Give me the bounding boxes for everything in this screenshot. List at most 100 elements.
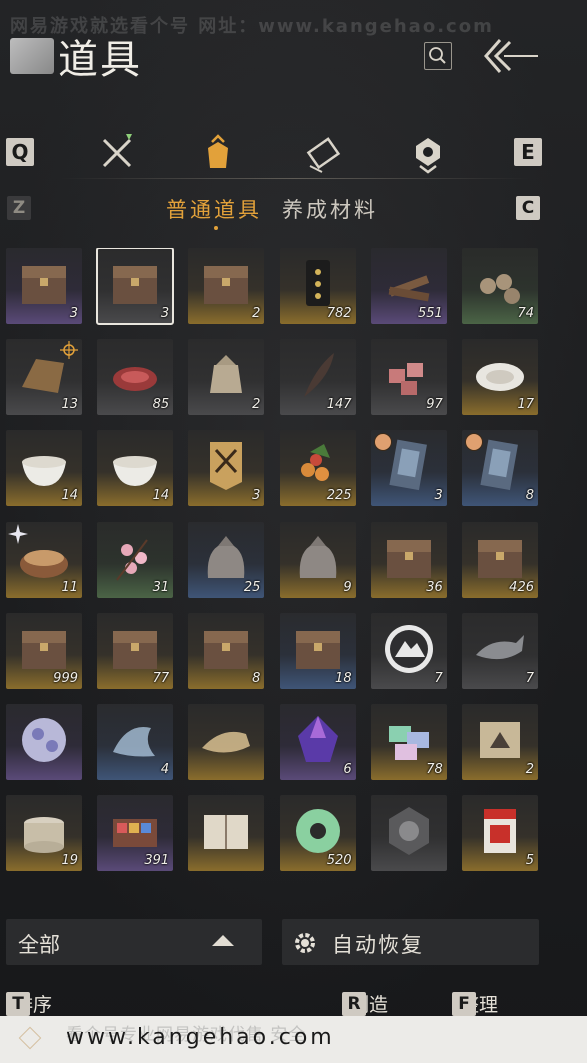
item-slot[interactable]: 391 xyxy=(97,795,174,872)
item-slot[interactable]: 3 xyxy=(96,248,175,325)
chest-icon xyxy=(113,630,158,669)
back-button[interactable] xyxy=(482,36,540,76)
item-quantity: 8 xyxy=(252,670,261,686)
banner-icon xyxy=(210,442,243,491)
key-q[interactable]: Q xyxy=(6,138,34,166)
back-arrow-icon xyxy=(484,39,538,73)
item-quantity: 19 xyxy=(61,853,78,869)
item-quantity: 18 xyxy=(335,670,352,686)
item-slot[interactable]: 4 xyxy=(97,704,174,780)
active-tab-indicator xyxy=(214,226,218,230)
tab-items-icon[interactable] xyxy=(196,132,240,176)
item-quantity: 391 xyxy=(144,853,170,869)
item-slot[interactable]: 2 xyxy=(462,704,538,780)
auto-restore-button[interactable]: 自动恢复 xyxy=(282,919,539,965)
item-quantity: 31 xyxy=(152,579,170,595)
item-quantity: 77 xyxy=(152,670,170,686)
tab-scroll-icon[interactable] xyxy=(302,132,346,176)
medal-icon xyxy=(388,807,429,856)
item-slot[interactable]: 31 xyxy=(97,521,174,598)
item-slot[interactable]: 18 xyxy=(279,612,356,689)
organize-action[interactable]: F 整理 xyxy=(452,990,498,1017)
item-slot[interactable]: 6 xyxy=(279,704,356,780)
item-slot[interactable]: 999 xyxy=(6,612,82,689)
chest-icon xyxy=(22,630,66,669)
search-button[interactable] xyxy=(424,42,452,70)
bag-icon xyxy=(299,535,336,578)
item-slot[interactable]: 17 xyxy=(462,339,538,416)
item-grid: 3 3 2 782 551 74 13 85 2 147 97 17 14 14 3 225 3 8 11 31 25 9… xyxy=(6,248,546,893)
item-slot[interactable]: 36 xyxy=(370,521,447,598)
item-slot[interactable]: 5 xyxy=(462,795,538,872)
item-quantity: 25 xyxy=(243,579,261,595)
key-c[interactable]: C xyxy=(516,196,540,220)
auto-restore-label: 自动恢复 xyxy=(332,933,424,957)
action-bar: T 排序 R 制造 F 整理 xyxy=(0,990,587,1018)
filter-dropdown[interactable]: 全部 xyxy=(6,919,262,965)
grain-sack-icon xyxy=(210,355,243,394)
tab-normal-items[interactable]: 普通道具 xyxy=(166,194,262,224)
tab-weapons-icon[interactable] xyxy=(96,132,140,176)
item-quantity: 13 xyxy=(61,397,78,413)
red-envelope-icon xyxy=(484,809,516,854)
item-slot[interactable]: 14 xyxy=(6,430,82,507)
item-slot[interactable]: 9 xyxy=(279,521,356,598)
item-slot[interactable]: 85 xyxy=(97,339,174,416)
tab-materials[interactable]: 养成材料 xyxy=(282,194,378,224)
item-slot[interactable]: 77 xyxy=(97,612,174,689)
item-slot[interactable]: 13 xyxy=(6,339,82,416)
key-z[interactable]: Z xyxy=(7,196,31,220)
item-slot[interactable]: 2 xyxy=(188,248,265,324)
item-quantity: 7 xyxy=(525,670,534,686)
item-slot[interactable]: 19 xyxy=(6,795,82,872)
item-quantity: 3 xyxy=(252,488,261,504)
item-slot[interactable]: 147 xyxy=(279,339,356,416)
sort-action[interactable]: T 排序 xyxy=(6,990,52,1017)
item-slot[interactable]: 225 xyxy=(279,430,356,507)
item-quantity: 3 xyxy=(434,488,443,504)
item-slot[interactable] xyxy=(370,795,447,872)
item-slot[interactable]: 520 xyxy=(279,795,356,872)
item-slot[interactable]: 25 xyxy=(188,521,265,598)
item-slot[interactable]: 426 xyxy=(462,521,538,598)
item-quantity: 3 xyxy=(160,306,170,321)
item-quantity: 6 xyxy=(343,762,352,777)
item-slot[interactable]: 7 xyxy=(370,612,447,689)
chest-icon xyxy=(204,630,249,669)
item-slot[interactable]: 8 xyxy=(462,430,538,507)
chest-icon xyxy=(113,266,158,304)
item-slot[interactable]: 3 xyxy=(370,430,447,507)
key-t: T xyxy=(6,991,30,1016)
item-slot[interactable]: 11 xyxy=(6,521,82,598)
book-icon xyxy=(204,815,249,850)
item-slot[interactable]: 14 xyxy=(97,430,174,507)
key-e[interactable]: E xyxy=(514,138,542,166)
filter-label: 全部 xyxy=(18,933,60,957)
item-slot[interactable] xyxy=(188,704,265,780)
item-slot[interactable]: 2 xyxy=(188,339,265,416)
item-slot[interactable]: 551 xyxy=(370,248,447,324)
item-quantity: 7 xyxy=(434,670,443,686)
item-quantity: 3 xyxy=(69,306,78,321)
bag-icon xyxy=(208,535,245,578)
item-slot[interactable]: 782 xyxy=(279,248,356,324)
item-slot[interactable]: 3 xyxy=(188,430,265,507)
item-quantity: 782 xyxy=(326,306,352,321)
jar-icon xyxy=(24,817,64,854)
item-slot[interactable]: 97 xyxy=(370,339,447,416)
item-slot[interactable]: 78 xyxy=(370,704,447,780)
item-quantity: 74 xyxy=(517,306,534,321)
wood-icon xyxy=(388,275,430,302)
item-slot[interactable]: 8 xyxy=(188,612,265,689)
item-slot[interactable] xyxy=(6,704,82,780)
tab-gem-icon[interactable] xyxy=(406,132,450,176)
chest-icon xyxy=(204,266,249,304)
item-slot[interactable]: 7 xyxy=(462,612,538,689)
item-quantity: 78 xyxy=(426,762,443,777)
item-slot[interactable] xyxy=(188,795,265,872)
meat-icon xyxy=(113,367,158,392)
craft-action[interactable]: R 制造 xyxy=(342,990,388,1017)
item-slot[interactable]: 74 xyxy=(462,248,538,324)
logs-icon xyxy=(480,274,520,304)
item-slot[interactable]: 3 xyxy=(6,248,82,324)
